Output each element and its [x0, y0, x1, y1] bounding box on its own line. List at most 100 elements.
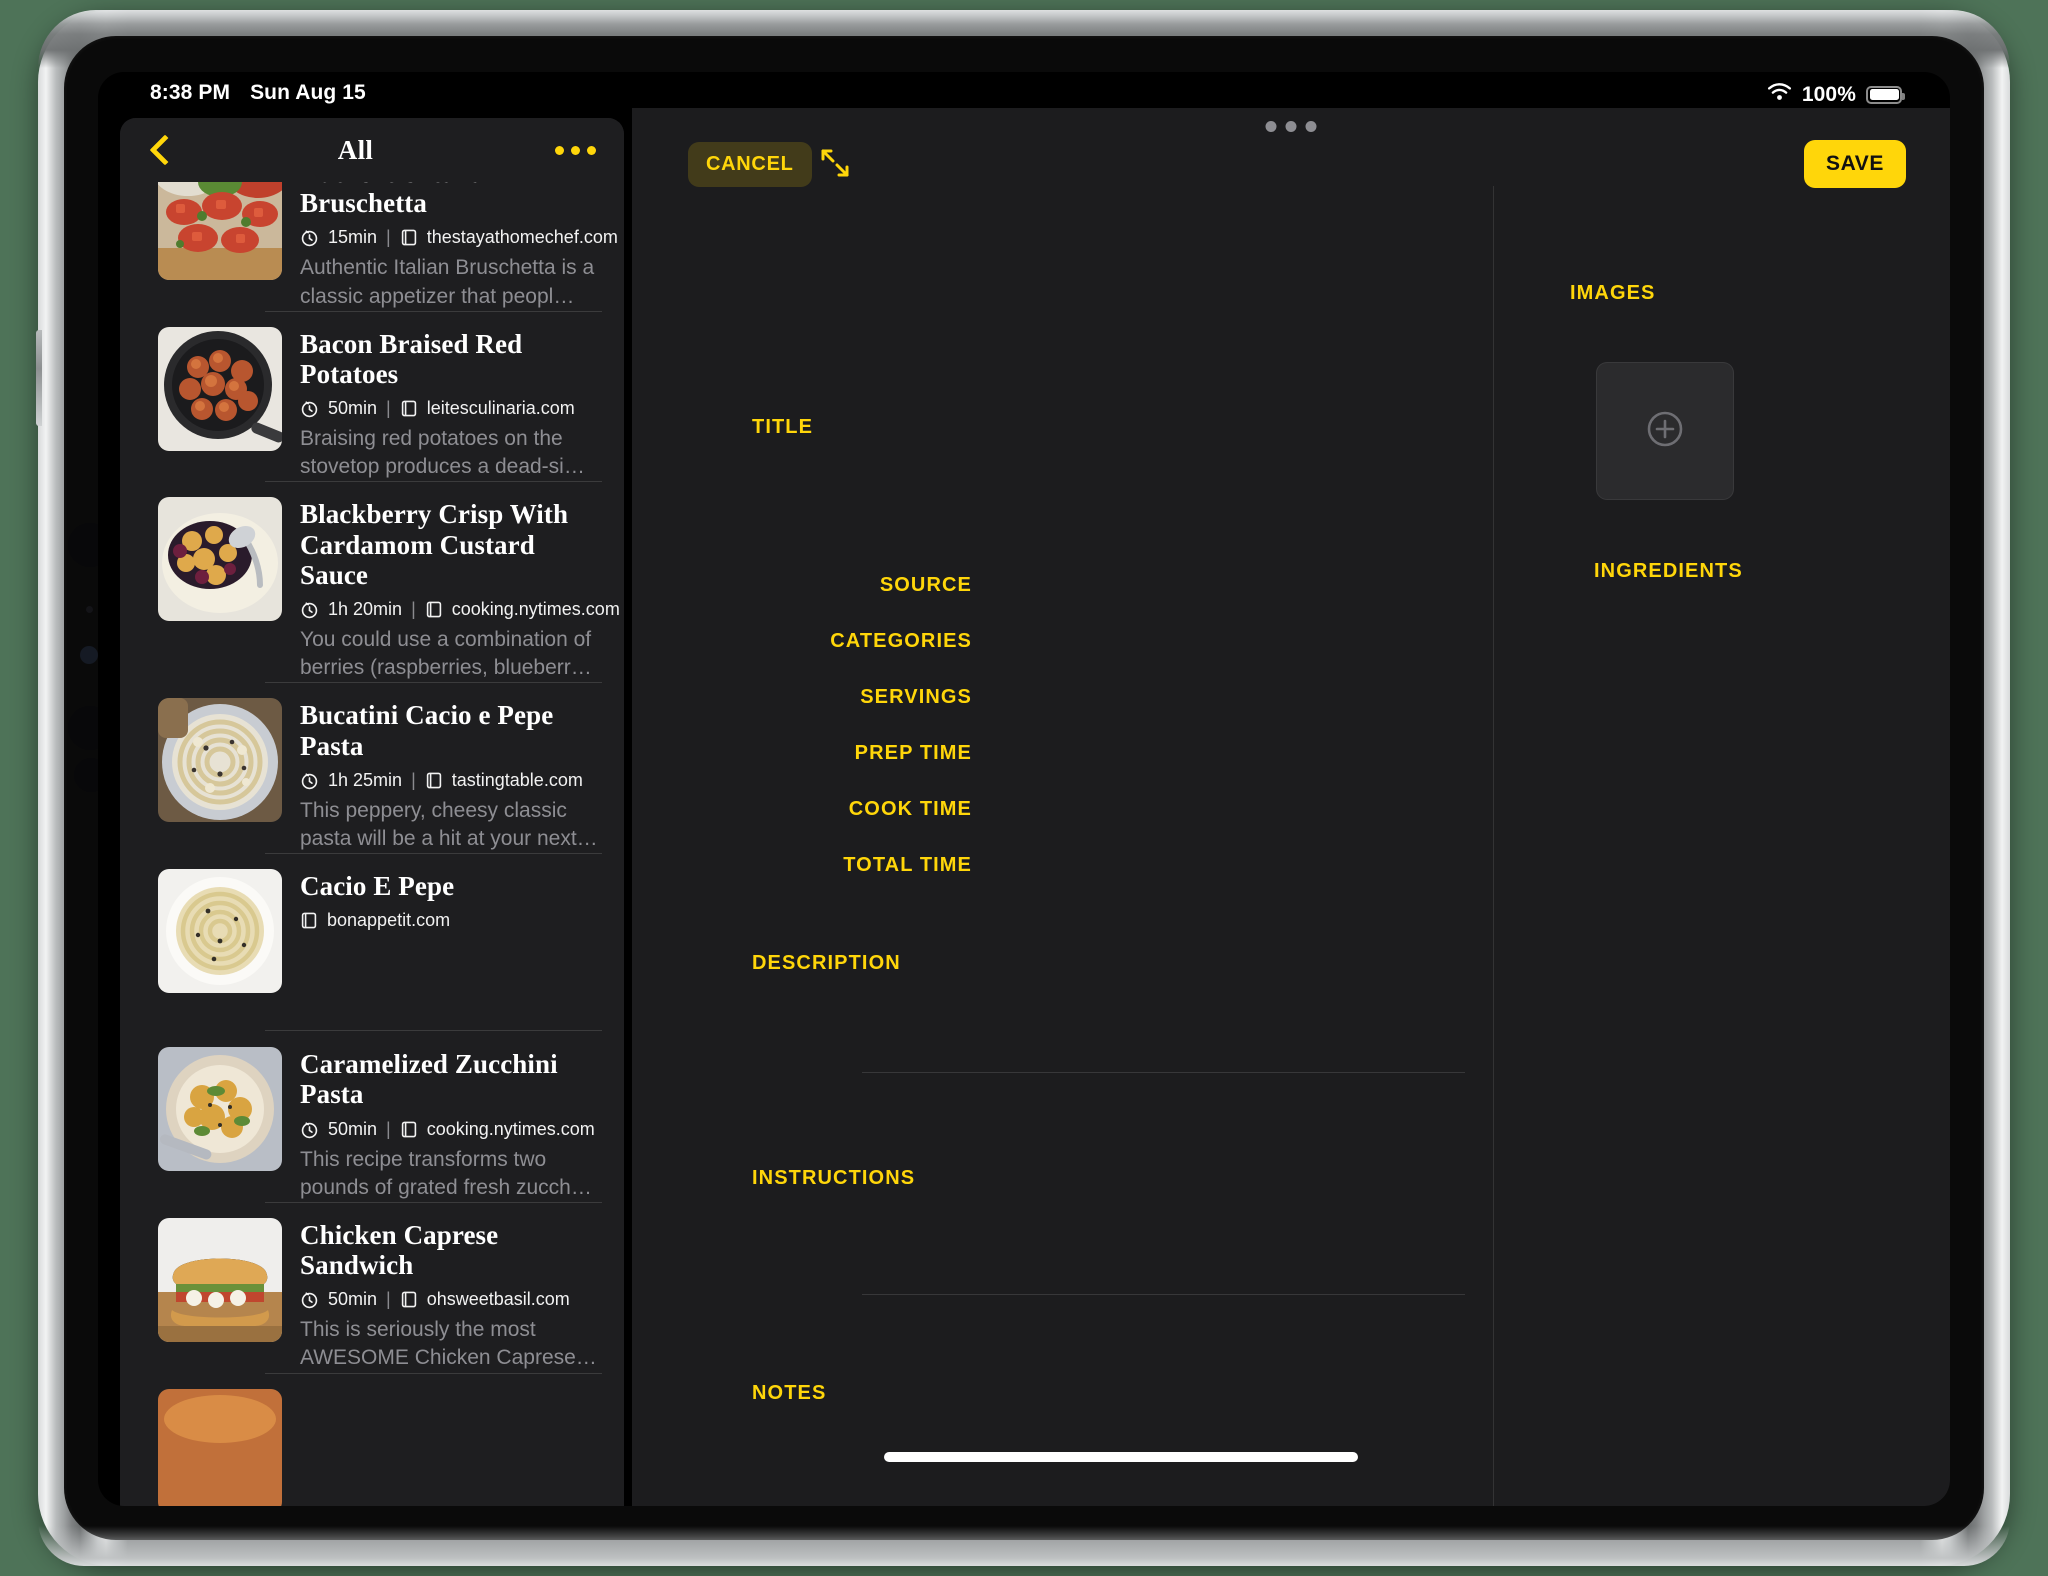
meta-separator: | — [386, 1289, 391, 1310]
clock-icon — [300, 228, 319, 247]
recipe-time: 1h 25min — [328, 769, 403, 790]
field-label-notes: NOTES — [752, 1382, 827, 1404]
cancel-button[interactable]: CANCEL — [688, 142, 812, 187]
recipe-info: Caramelized Zucchini Pasta 50min | cooki… — [300, 1047, 600, 1202]
recipe-time: 50min — [328, 1118, 378, 1139]
list-item[interactable]: Cacio E Pepe bonappetit.com — [120, 853, 624, 1032]
recipe-info: Chicken Caprese Sandwich 50min | ohsweet… — [300, 1218, 600, 1373]
recipe-time: 50min — [328, 1289, 378, 1310]
recipe-info: Cacio E Pepe bonappetit.com — [300, 869, 600, 993]
recipe-title: Chicken Caprese Sandwich — [300, 1219, 499, 1281]
recipe-info: Bucatini Cacio e Pepe Pasta 1h 25min | t… — [300, 698, 600, 853]
servings-input[interactable] — [992, 676, 1465, 716]
source-input[interactable] — [992, 564, 1465, 604]
recipe-time: 50min — [328, 398, 378, 419]
clock-icon — [300, 399, 319, 418]
list-item[interactable]: Blackberry Crisp With Cardamom Custard S… — [120, 481, 624, 684]
notes-input[interactable] — [862, 1374, 1465, 1506]
recipe-source: cooking.nytimes.com — [451, 599, 620, 620]
clock-icon — [300, 1120, 319, 1139]
recipe-meta: 50min | ohsweetbasil.com — [300, 1289, 600, 1310]
source-icon — [400, 399, 418, 418]
add-image-button[interactable] — [1596, 362, 1734, 500]
clock-icon — [300, 1290, 319, 1309]
expand-diagonal-icon[interactable] — [818, 146, 852, 180]
images-section-label: IMAGES — [1570, 282, 1656, 304]
source-icon — [425, 600, 443, 619]
instructions-input[interactable] — [862, 1158, 1465, 1290]
recipe-description: This peppery, cheesy classic pasta will … — [300, 798, 598, 850]
description-input[interactable] — [862, 942, 1465, 1068]
ambient-sensor — [86, 606, 93, 613]
recipe-time: 15min — [328, 227, 378, 248]
recipe-source: thestayathomechef.com — [426, 227, 618, 248]
source-icon — [425, 771, 443, 790]
face-id-sensor — [80, 646, 98, 664]
recipe-description: Authentic Italian Bruschetta is a classi… — [300, 256, 595, 308]
recipe-thumbnail — [158, 698, 282, 823]
recipe-thumbnail — [158, 497, 282, 622]
source-icon — [400, 228, 418, 247]
recipe-meta: 1h 25min | tastingtable.com — [300, 770, 600, 791]
source-icon — [400, 1120, 418, 1139]
editor-body: TITLE SOURCE CATEGORIES SERVINGS PREP TI… — [632, 186, 1950, 1506]
sidebar-header: All — [120, 118, 624, 182]
power-button[interactable] — [36, 330, 42, 426]
clock-icon — [300, 600, 319, 619]
title-input[interactable] — [862, 402, 1465, 512]
recipe-source: leitesculinaria.com — [426, 398, 575, 419]
status-date: Sun Aug 15 — [250, 81, 366, 104]
recipe-source: ohsweetbasil.com — [426, 1289, 570, 1310]
battery-percent-label: 100% — [1801, 82, 1856, 106]
field-label-total-time: TOTAL TIME — [843, 854, 972, 876]
editor-side-column: IMAGES INGREDIENTS — [1494, 186, 1950, 1506]
recipe-title: Bucatini Cacio e Pepe Pasta — [300, 700, 554, 761]
recipe-source: bonappetit.com — [327, 910, 451, 931]
editor-form-column: TITLE SOURCE CATEGORIES SERVINGS PREP TI… — [632, 186, 1494, 1506]
list-item[interactable]: Caramelized Zucchini Pasta 50min | cooki… — [120, 993, 624, 1203]
recipe-thumbnail — [158, 869, 282, 994]
recipe-meta: bonappetit.com — [300, 910, 600, 931]
recipe-title: Bacon Braised Red Potatoes — [300, 328, 523, 389]
prep-time-input[interactable] — [992, 732, 1465, 772]
recipe-title: Cacio E Pepe — [300, 871, 455, 902]
recipe-list-inner: Authentic Italian Bruschetta 15min | — [120, 118, 624, 1506]
recipe-app-root: Authentic Italian Bruschetta 15min | — [98, 108, 1950, 1506]
list-item[interactable]: Chicken Caprese Sandwich 50min | ohsweet… — [120, 1202, 624, 1374]
chevron-left-icon[interactable] — [146, 137, 172, 163]
status-bar-left: 8:38 PM Sun Aug 15 — [150, 81, 366, 105]
device-bezel: 8:38 PM Sun Aug 15 100% Bruschetta 15min… — [64, 36, 1984, 1540]
plus-circle-icon — [1640, 404, 1690, 459]
field-label-cook-time: COOK TIME — [848, 798, 972, 820]
recipe-meta: 15min | thestayathomechef.com — [300, 227, 618, 248]
list-item[interactable] — [120, 1373, 624, 1506]
recipe-info: Blackberry Crisp With Cardamom Custard S… — [300, 497, 620, 682]
status-time: 8:38 PM — [150, 81, 231, 104]
list-item[interactable]: Bacon Braised Red Potatoes 50min | leite… — [120, 311, 624, 483]
total-time-input[interactable] — [992, 844, 1465, 884]
save-button[interactable]: SAVE — [1803, 140, 1906, 188]
meta-separator: | — [386, 398, 391, 419]
field-label-prep-time: PREP TIME — [854, 742, 972, 764]
field-label-title: TITLE — [752, 416, 814, 438]
recipe-meta: 50min | cooking.nytimes.com — [300, 1119, 600, 1140]
recipe-list-scroll[interactable]: Authentic Italian Bruschetta 15min | — [120, 118, 624, 1506]
ios-status-bar: 8:38 PM Sun Aug 15 100% — [98, 72, 1950, 116]
meta-separator: | — [411, 599, 416, 620]
ingredients-list[interactable] — [1554, 604, 1920, 1466]
recipe-info: Bacon Braised Red Potatoes 50min | leite… — [300, 327, 600, 482]
recipe-source: cooking.nytimes.com — [426, 1118, 595, 1139]
categories-input[interactable] — [992, 620, 1465, 660]
recipe-source: tastingtable.com — [451, 769, 583, 790]
recipe-meta: 1h 20min | cooking.nytimes.com — [300, 599, 620, 620]
recipe-editor-panel: CANCEL SAVE TITLE SOURCE CATEGORIES SERV… — [632, 108, 1950, 1506]
drag-handle-icon[interactable] — [1265, 121, 1317, 132]
ipad-screen: 8:38 PM Sun Aug 15 100% Bruschetta 15min… — [98, 72, 1950, 1506]
ellipsis-icon[interactable] — [555, 145, 596, 155]
meta-separator: | — [411, 769, 416, 790]
cook-time-input[interactable] — [992, 788, 1465, 828]
scroll-indicator[interactable] — [884, 1452, 1358, 1462]
recipe-thumbnail — [158, 1388, 282, 1506]
ipad-device-frame: 8:38 PM Sun Aug 15 100% Bruschetta 15min… — [36, 10, 2010, 1566]
list-item[interactable]: Bucatini Cacio e Pepe Pasta 1h 25min | t… — [120, 682, 624, 855]
